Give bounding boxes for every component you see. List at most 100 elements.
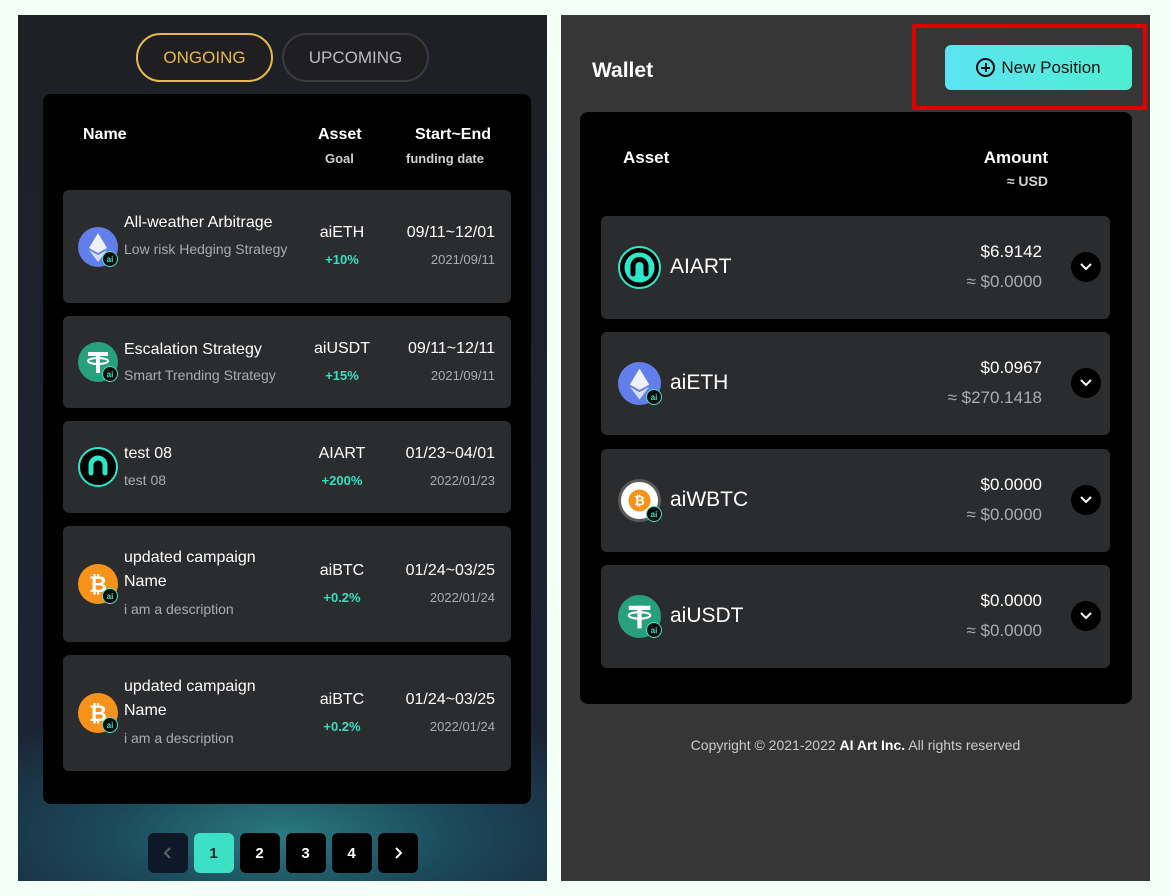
campaign-row[interactable]: ₿ ai updated campaign Name i am a descri… [63,526,511,642]
campaign-start-date: 2022/01/24 [429,590,495,605]
campaign-description: i am a description [124,601,234,617]
plus-circle-icon [976,58,996,77]
campaign-goal: +200% [321,473,363,488]
chevron-left-icon [163,847,171,859]
expand-button[interactable] [1071,485,1101,515]
campaign-asset: aiETH [319,224,365,241]
column-header-usd: ≈ USD [1006,173,1048,189]
column-header-funding-date: funding date [406,151,484,166]
wallet-usd-value: ≈ $0.0000 [966,272,1042,291]
campaign-title: Escalation Strategy [124,341,262,358]
wallet-row[interactable]: AIART $6.9142 ≈ $0.0000 [601,216,1110,319]
expand-button[interactable] [1071,601,1101,631]
column-header-asset: Asset [318,126,362,143]
campaign-start-date: 2021/09/11 [430,368,495,383]
wallet-asset-name: aiUSDT [670,604,744,627]
wallet-asset-name: aiWBTC [670,488,749,511]
column-header-name: Name [83,126,127,143]
prev-page-button[interactable] [147,833,188,873]
campaign-asset: AIART [318,445,366,462]
campaign-title: test 08 [124,445,173,462]
chevron-down-icon [1080,263,1092,271]
wallet-amount: $6.9142 [980,242,1042,261]
campaign-row[interactable]: ai Escalation Strategy Smart Trending St… [63,316,511,408]
campaign-start-date: 2022/01/23 [429,473,495,488]
wallet-usd-value: ≈ $0.0000 [966,621,1042,640]
campaign-start-date: 2022/01/24 [429,719,495,734]
wallet-amount: $0.0000 [980,591,1042,610]
ai-badge-icon: ai [646,622,662,638]
campaign-range: 09/11~12/01 [406,224,495,241]
column-header-date: Start~End [415,126,492,143]
new-position-label: New Position [1001,57,1101,77]
wallet-panel: Wallet New Position Asset Amount ≈ USD A… [561,15,1150,881]
wallet-usd-value: ≈ $0.0000 [966,505,1042,524]
aiart-icon [618,246,661,289]
campaign-goal: +10% [325,252,359,267]
wallet-amount: $0.0967 [980,358,1042,377]
svg-text:₿: ₿ [634,494,645,509]
column-header-goal: Goal [325,151,354,166]
chevron-down-icon [1080,379,1092,387]
campaign-range: 09/11~12/11 [407,340,495,357]
wallet-usd-value: ≈ $270.1418 [947,388,1042,407]
column-header-asset: Asset [623,148,670,167]
campaign-description: Low risk Hedging Strategy [124,241,288,257]
campaign-row[interactable]: ₿ ai updated campaign Name i am a descri… [63,655,511,771]
expand-button[interactable] [1071,368,1101,398]
wallet-table: Asset Amount ≈ USD AIART $6.9142 ≈ $0.00… [580,112,1132,704]
pagination: 1 2 3 4 [18,833,547,873]
campaign-title: updated campaign Name [124,549,256,590]
company-name: AI Art Inc. [839,737,906,753]
campaign-panel: ONGOING UPCOMING Name Asset Goal Start~E… [18,15,547,881]
page-button-3[interactable]: 3 [285,833,326,873]
campaign-table: Name Asset Goal Start~End funding date a… [43,94,531,804]
campaign-goal: +0.2% [323,590,361,605]
tab-upcoming[interactable]: UPCOMING [282,33,429,82]
wallet-asset-name: aiETH [670,371,729,394]
wallet-row[interactable]: ₿ ai aiWBTC $0.0000 ≈ $0.0000 [601,449,1110,552]
campaign-row[interactable]: test 08 test 08 AIART +200% 01/23~04/01 … [63,421,511,513]
wallet-row[interactable]: ai aiETH $0.0967 ≈ $270.1418 [601,332,1110,435]
campaign-asset: aiBTC [319,691,365,708]
page-button-1[interactable]: 1 [193,833,234,873]
ai-badge-icon: ai [646,506,662,522]
wallet-title: Wallet [592,59,654,82]
campaign-asset: aiBTC [319,562,365,579]
campaign-asset: aiUSDT [313,340,370,357]
wallet-amount: $0.0000 [980,475,1042,494]
next-page-button[interactable] [377,833,418,873]
wallet-row[interactable]: ai aiUSDT $0.0000 ≈ $0.0000 [601,565,1110,668]
campaign-range: 01/24~03/25 [405,562,495,579]
campaign-range: 01/24~03/25 [405,691,495,708]
campaign-range: 01/23~04/01 [405,445,495,462]
campaign-title: All-weather Arbitrage [124,214,273,231]
chevron-down-icon [1080,496,1092,504]
campaign-description: Smart Trending Strategy [124,367,276,383]
campaign-goal: +15% [325,368,359,383]
chevron-down-icon [1080,612,1092,620]
expand-button[interactable] [1071,252,1101,282]
page-button-2[interactable]: 2 [239,833,280,873]
ai-badge-icon: ai [102,366,118,382]
campaign-start-date: 2021/09/11 [430,252,495,267]
campaign-description: i am a description [124,730,234,746]
campaign-tabs: ONGOING UPCOMING [18,33,547,82]
page-button-4[interactable]: 4 [331,833,372,873]
column-header-amount: Amount [983,148,1048,167]
ai-badge-icon: ai [102,588,118,604]
campaign-title: updated campaign Name [124,678,256,719]
copyright-prefix: Copyright © 2021-2022 [690,737,840,753]
ai-badge-icon: ai [102,251,118,267]
new-position-button[interactable]: New Position [945,45,1132,90]
ai-badge-icon: ai [102,717,118,733]
copyright-text: Copyright © 2021-2022 AI Art Inc. All ri… [561,737,1150,753]
tab-ongoing[interactable]: ONGOING [136,33,273,82]
chevron-right-icon [394,847,402,859]
wallet-asset-name: AIART [670,255,732,278]
campaign-row[interactable]: ai All-weather Arbitrage Low risk Hedgin… [63,190,511,303]
campaign-goal: +0.2% [323,719,361,734]
copyright-suffix: All rights reserved [905,737,1021,753]
campaign-description: test 08 [124,472,167,488]
ai-badge-icon: ai [646,389,662,405]
